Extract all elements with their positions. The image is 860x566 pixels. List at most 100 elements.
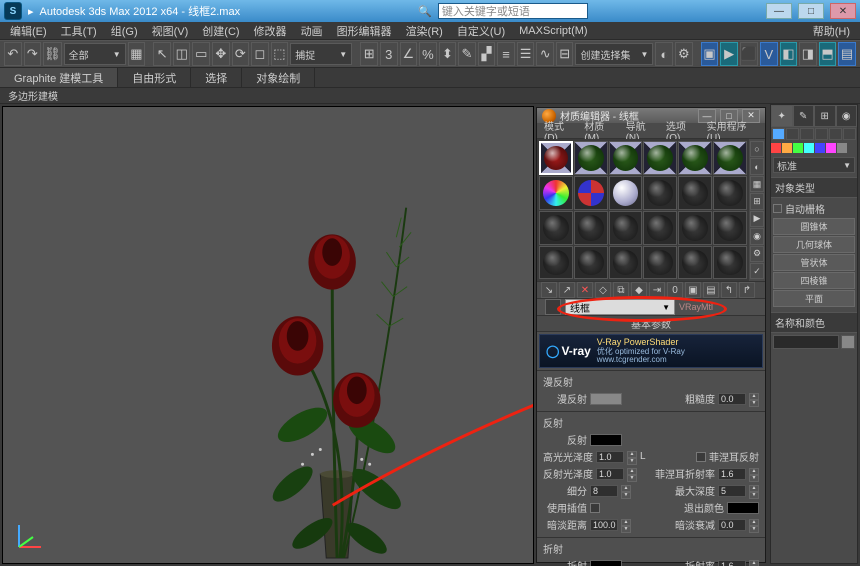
cameras-button[interactable] — [815, 128, 828, 140]
make-unique-button[interactable]: ◆ — [631, 282, 647, 298]
mat-slot[interactable] — [713, 176, 747, 210]
vray-button[interactable]: V — [760, 42, 778, 66]
render-button[interactable]: ▶ — [720, 42, 738, 66]
redo-button[interactable]: ↷ — [24, 42, 42, 66]
uv-tiling-button[interactable]: ⊞ — [750, 193, 764, 209]
reflect-swatch[interactable] — [590, 434, 622, 446]
mat-slot[interactable] — [678, 211, 712, 245]
roughness-spinner[interactable]: ▲▼ — [749, 393, 759, 405]
maximize-button[interactable]: □ — [798, 3, 824, 19]
btn-tube[interactable]: 管状体 — [773, 254, 855, 271]
ribbon-tab-graphite[interactable]: Graphite 建模工具 — [0, 68, 118, 87]
mat-slot[interactable] — [713, 246, 747, 280]
mat-slot[interactable] — [643, 211, 677, 245]
go-forward-button[interactable]: ↱ — [739, 282, 755, 298]
refract-swatch[interactable] — [590, 560, 622, 566]
lights-button[interactable] — [800, 128, 813, 140]
put-to-lib-button[interactable]: ⇥ — [649, 282, 665, 298]
render-frame-button[interactable]: ▣ — [701, 42, 719, 66]
menu-render[interactable]: 渲染(R) — [400, 23, 449, 39]
mat-id-button[interactable]: 0 — [667, 282, 683, 298]
get-material-button[interactable]: ↘ — [541, 282, 557, 298]
preview-button[interactable]: ◉ — [750, 228, 764, 244]
object-color-swatch[interactable] — [841, 335, 855, 349]
mat-slot[interactable] — [574, 246, 608, 280]
close-button[interactable]: ✕ — [830, 3, 856, 19]
snap2-button[interactable]: ⊞ — [360, 42, 378, 66]
quick-render-button[interactable]: ⬛ — [740, 42, 758, 66]
last-render-button[interactable]: ⬒ — [819, 42, 837, 66]
viewport[interactable]: [ + ][ 透视 ][ 真实 — [2, 106, 534, 564]
mat-slot[interactable] — [643, 246, 677, 280]
named-sel-button[interactable]: ✎ — [458, 42, 476, 66]
dim-input[interactable]: 100.0 — [590, 519, 618, 531]
refsys-button[interactable]: ⬚ — [271, 42, 289, 66]
material-type[interactable]: VRayMtl — [679, 302, 713, 312]
swatch[interactable] — [837, 143, 847, 153]
modify-tab[interactable]: ✎ — [793, 105, 815, 127]
mat-slot[interactable] — [539, 246, 573, 280]
ribbon-tab-paint[interactable]: 对象绘制 — [242, 68, 315, 87]
menu-help[interactable]: 帮助(H) — [807, 23, 856, 39]
rglossy-input[interactable]: 1.0 — [596, 468, 624, 480]
menu-modifiers[interactable]: 修改器 — [248, 23, 293, 39]
menu-graph[interactable]: 图形编辑器 — [331, 23, 398, 39]
btn-geosphere[interactable]: 几何球体 — [773, 236, 855, 253]
exit-swatch[interactable] — [727, 502, 759, 514]
mat-slot[interactable] — [609, 211, 643, 245]
btn-cone[interactable]: 圆锥体 — [773, 218, 855, 235]
space-warps-button[interactable] — [843, 128, 856, 140]
options-button[interactable]: ⚙ — [750, 246, 764, 262]
helpers-button[interactable] — [829, 128, 842, 140]
video-check-button[interactable]: ▶ — [750, 211, 764, 227]
swatch[interactable] — [771, 143, 781, 153]
search-input[interactable]: 键入关键字或短语 — [438, 3, 588, 19]
mirror-button[interactable]: ▞ — [478, 42, 496, 66]
mat-slot[interactable] — [678, 246, 712, 280]
spinner-button[interactable]: ⬍ — [439, 42, 457, 66]
put-to-scene-button[interactable]: ↗ — [559, 282, 575, 298]
swatch[interactable] — [826, 143, 836, 153]
pick-material-button[interactable] — [545, 299, 561, 315]
interp-checkbox[interactable] — [590, 503, 600, 513]
maxd-spinner[interactable]: ▲▼ — [749, 485, 759, 497]
mat-slot[interactable] — [643, 176, 677, 210]
make-copy-button[interactable]: ⧉ — [613, 282, 629, 298]
align-button[interactable]: ≡ — [497, 42, 515, 66]
mat-slot[interactable] — [574, 141, 608, 175]
percent-snap-button[interactable]: % — [419, 42, 437, 66]
background-button[interactable]: ▦ — [750, 176, 764, 192]
angle-snap-button[interactable]: ∠ — [400, 42, 418, 66]
menu-animation[interactable]: 动画 — [295, 23, 329, 39]
scale-button[interactable]: ◻ — [251, 42, 269, 66]
category-dropdown[interactable]: 标准▼ — [773, 157, 855, 173]
btn-plane[interactable]: 平面 — [773, 290, 855, 307]
fior-input[interactable]: 1.6 — [718, 468, 746, 480]
menu-group[interactable]: 组(G) — [105, 23, 144, 39]
geom-button[interactable] — [772, 128, 785, 140]
ribbon-tab-select[interactable]: 选择 — [191, 68, 242, 87]
rotate-button[interactable]: ⟳ — [232, 42, 250, 66]
ior-spinner[interactable]: ▲▼ — [749, 560, 759, 566]
hilight-input[interactable]: 1.0 — [596, 451, 624, 463]
region-button[interactable]: ◫ — [173, 42, 191, 66]
swatch[interactable] — [804, 143, 814, 153]
material-name-dropdown[interactable]: 线框 ▼ — [565, 299, 675, 315]
mat-slot[interactable] — [643, 141, 677, 175]
shapes-button[interactable] — [786, 128, 799, 140]
mat-slot[interactable] — [539, 176, 573, 210]
diffuse-swatch[interactable] — [590, 393, 622, 405]
render-setup-button[interactable]: ⚙ — [675, 42, 693, 66]
mat-slot[interactable] — [713, 141, 747, 175]
swatch[interactable] — [782, 143, 792, 153]
minimize-button[interactable]: — — [766, 3, 792, 19]
hilight-spinner[interactable]: ▲▼ — [627, 451, 637, 463]
select-by-mat-button[interactable]: ✓ — [750, 263, 764, 279]
motion-tab[interactable]: ◉ — [836, 105, 858, 127]
assign-button[interactable]: ✕ — [577, 282, 593, 298]
move-button[interactable]: ✥ — [212, 42, 230, 66]
curve-button[interactable]: ∿ — [536, 42, 554, 66]
menu-maxscript[interactable]: MAXScript(M) — [513, 25, 593, 37]
menu-custom[interactable]: 自定义(U) — [451, 23, 511, 39]
material-button[interactable]: ◐ — [655, 42, 673, 66]
